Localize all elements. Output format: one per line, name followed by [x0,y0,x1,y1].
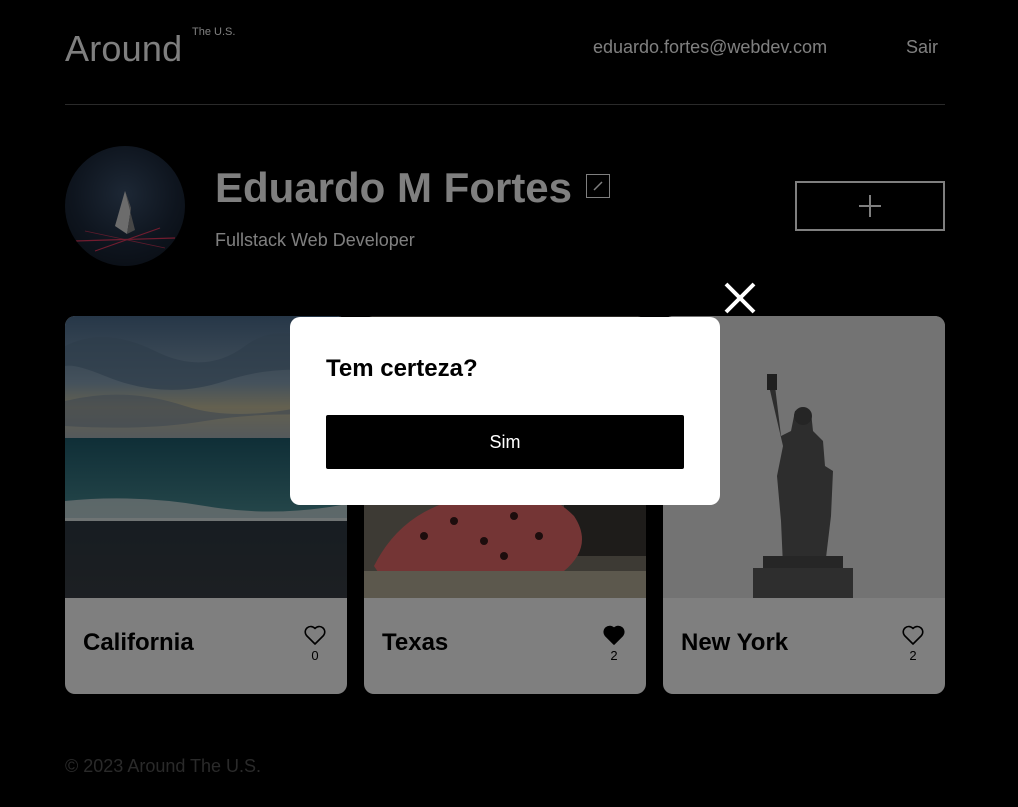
confirm-popup: Tem certeza? Sim [290,317,720,505]
confirm-button[interactable]: Sim [326,415,684,469]
popup-title: Tem certeza? [326,355,478,382]
close-icon [724,282,756,314]
popup-close-button[interactable] [722,280,758,316]
